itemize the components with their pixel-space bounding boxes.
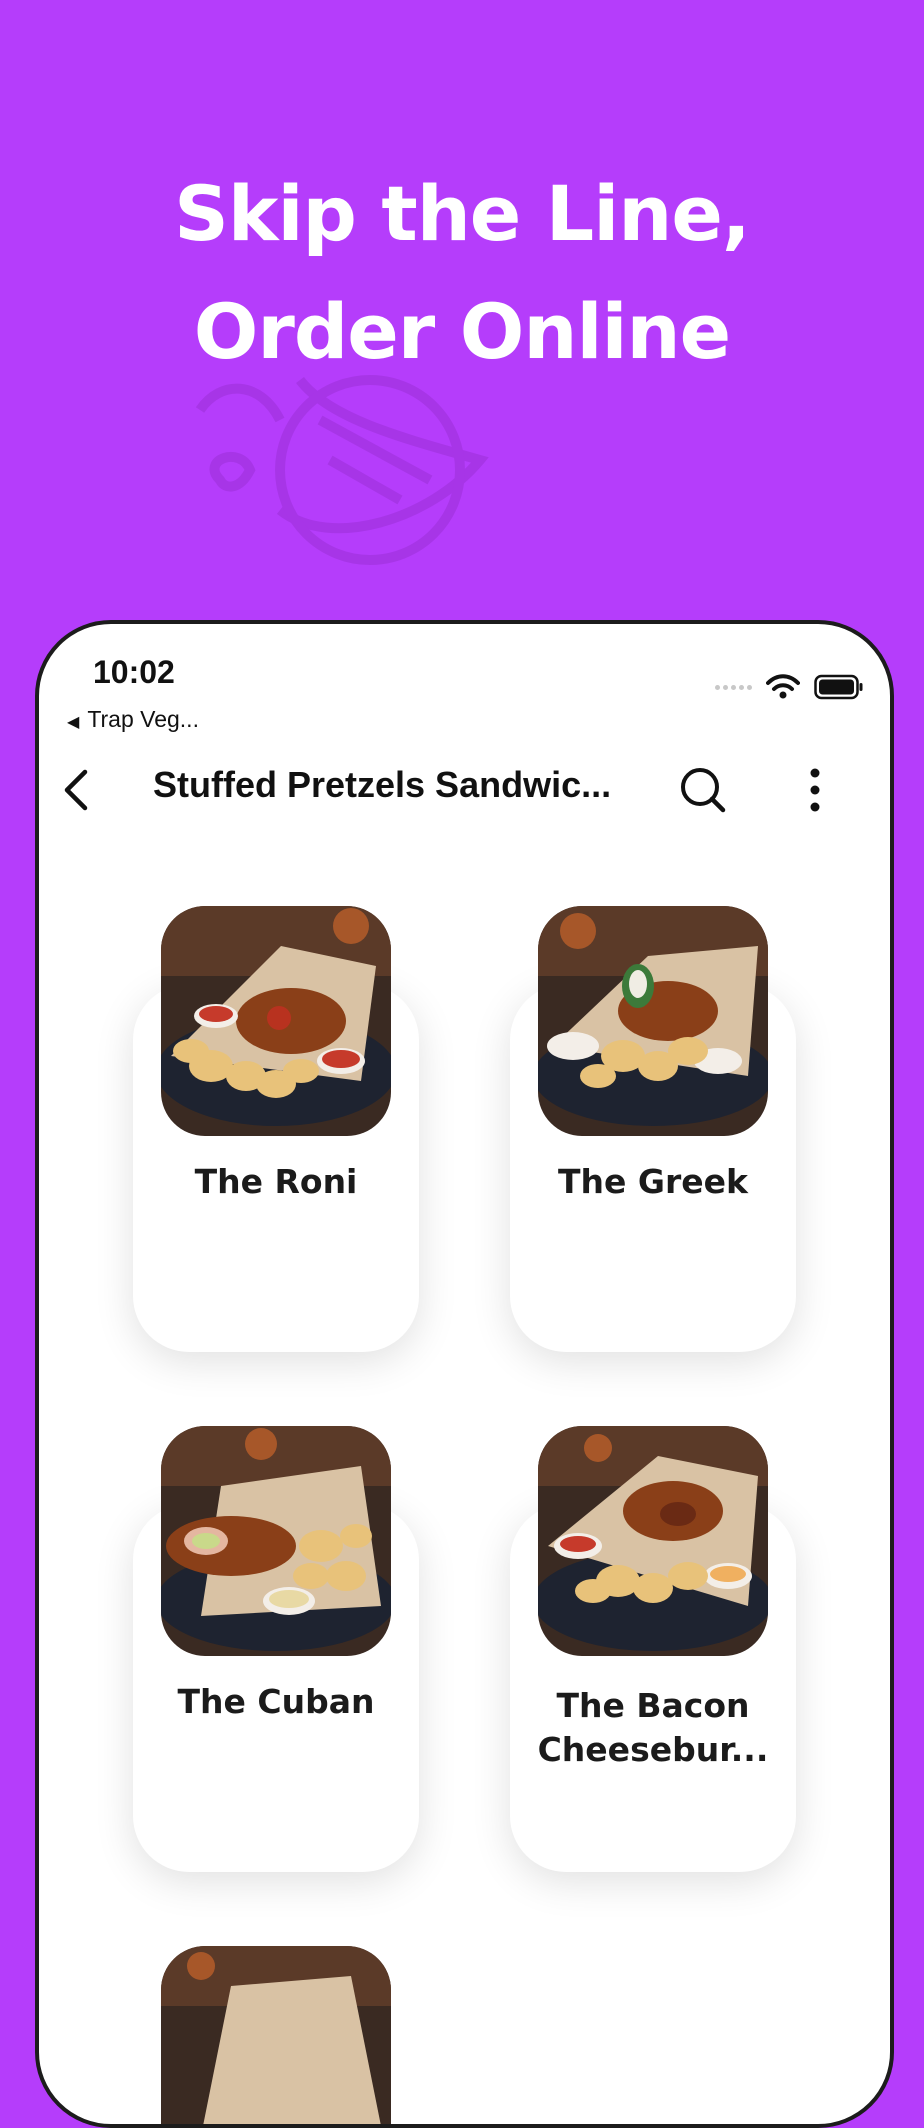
food-image xyxy=(538,1426,768,1656)
battery-icon xyxy=(814,674,863,700)
phone-frame: 10:02 ◀ Trap Veg... Stuffed Pretzels Sand… xyxy=(35,620,894,2128)
back-app-label: Trap Veg... xyxy=(87,706,199,732)
toolbar: Stuffed Pretzels Sandwic... xyxy=(39,744,890,824)
back-triangle-icon: ◀ xyxy=(67,714,80,731)
more-vertical-icon[interactable] xyxy=(807,766,823,814)
status-icons xyxy=(715,674,864,700)
food-image xyxy=(161,906,391,1136)
page-title: Stuffed Pretzels Sandwic... xyxy=(153,764,612,805)
wifi-icon xyxy=(766,674,800,699)
headline-line-1: Skip the Line, xyxy=(174,169,751,258)
status-time: 10:02 xyxy=(93,654,175,690)
signal-dots-icon xyxy=(715,684,752,690)
menu-item-name: The Greek xyxy=(558,1162,748,1201)
back-chevron-icon[interactable] xyxy=(57,766,97,814)
menu-item-name: The Cuban xyxy=(177,1682,375,1721)
menu-item-name: The Roni xyxy=(194,1162,358,1201)
search-icon[interactable] xyxy=(679,766,727,814)
food-image xyxy=(538,906,768,1136)
citrus-watermark-icon xyxy=(195,375,489,565)
food-image xyxy=(161,1426,391,1656)
menu-item-name: The Bacon Cheesebur... xyxy=(537,1686,769,1769)
back-to-app-link[interactable]: ◀ Trap Veg... xyxy=(67,706,199,733)
food-image xyxy=(161,1946,391,2124)
